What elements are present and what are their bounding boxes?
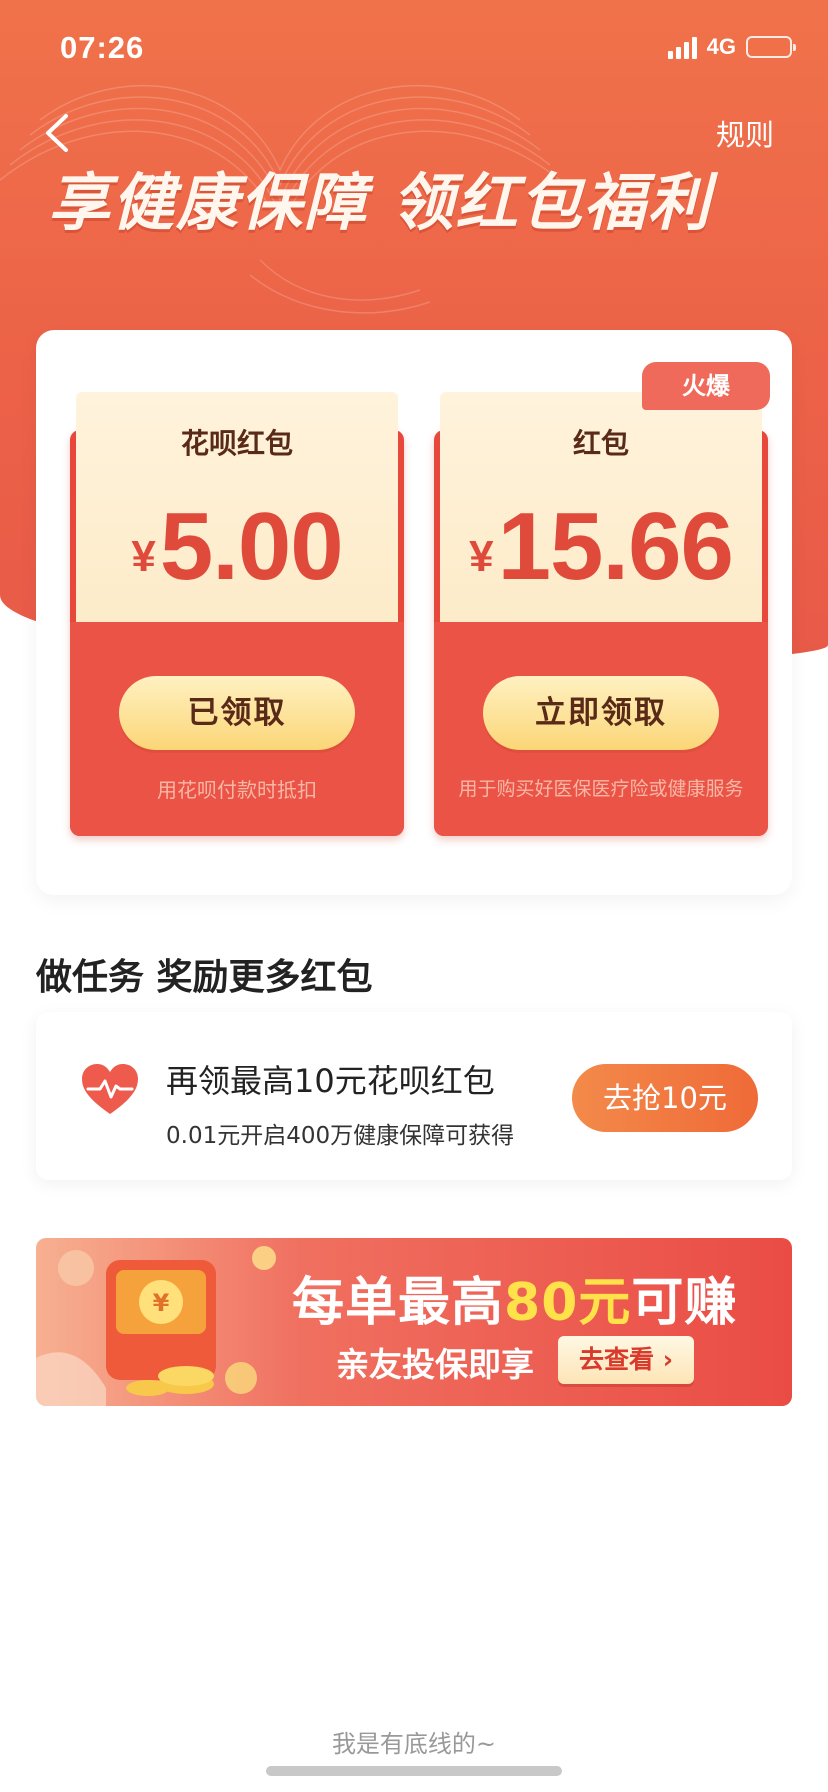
red-packet-amount: ¥15.66 [434,492,768,602]
home-indicator[interactable] [266,1766,562,1776]
red-packet-huabei: 花呗红包 ¥5.00 已领取 用花呗付款时抵扣 [70,392,404,836]
status-time: 07:26 [60,30,145,65]
banner-headline: 每单最高80元可赚 [292,1260,737,1335]
banner-headline-highlight: 80元 [504,1273,632,1333]
claim-now-button[interactable]: 立即领取 [483,676,719,750]
task-title: 再领最高10元花呗红包 [166,1062,495,1100]
hot-badge: 火爆 [642,362,770,410]
red-packet-name: 红包 [572,427,629,460]
red-packet-name: 花呗红包 [180,427,293,460]
battery-icon [746,36,796,58]
status-bar: 07:26 4G [0,0,828,96]
red-packet-note: 用于购买好医保医疗险或健康服务 [458,778,744,800]
currency-symbol: ¥ [469,532,494,581]
banner-headline-prefix: 每单最高 [292,1273,505,1333]
red-packet-note: 用花呗付款时抵扣 [157,778,317,802]
amount-value: 5.00 [159,493,344,600]
rules-link[interactable]: 规则 [716,112,774,154]
back-arrow-icon[interactable] [38,108,78,158]
heart-pulse-icon [82,1064,138,1114]
red-packet-illustration: ¥ [36,1246,276,1406]
task-subtitle: 0.01元开启400万健康保障可获得 [166,1123,515,1149]
task-item: 再领最高10元花呗红包 0.01元开启400万健康保障可获得 去抢10元 [36,1012,792,1180]
tasks-section-title: 做任务 奖励更多红包 [36,957,373,998]
grab-reward-button[interactable]: 去抢10元 [572,1064,758,1132]
referral-banner[interactable]: ¥ 每单最高80元可赚 亲友投保即享 去查看 › [36,1238,792,1406]
red-packet-health: 红包 ¥15.66 立即领取 用于购买好医保医疗险或健康服务 [434,392,768,836]
red-packet-amount: ¥5.00 [70,492,404,602]
svg-text:¥: ¥ [153,1289,170,1317]
currency-symbol: ¥ [131,532,156,581]
banner-headline-suffix: 可赚 [631,1273,738,1333]
amount-value: 15.66 [497,493,734,600]
network-type: 4G [706,34,736,59]
claimed-button[interactable]: 已领取 [119,676,355,750]
banner-subline: 亲友投保即享 [336,1345,534,1384]
status-indicators: 4G [667,34,796,60]
view-details-button[interactable]: 去查看 › [558,1336,694,1384]
signal-icon [667,35,697,59]
page-title: 享健康保障 领红包福利 [48,166,712,239]
end-of-list-text: 我是有底线的~ [331,1730,497,1758]
